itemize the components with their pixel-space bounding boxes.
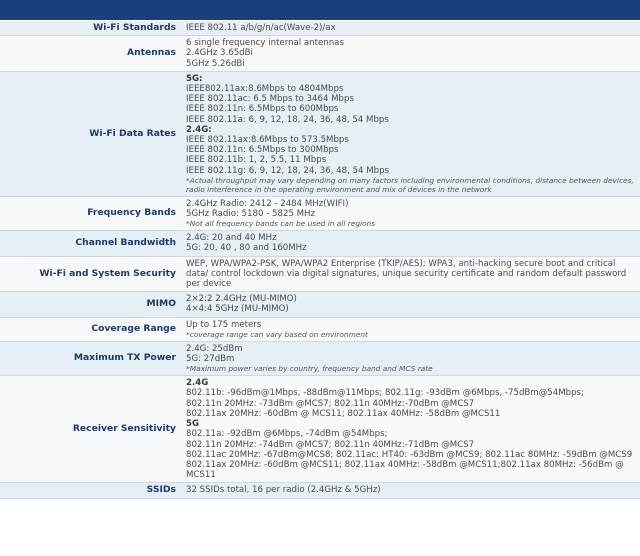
spec-value-line: 802.11ax 20MHz: -60dBm @ MCS11; 802.11ax… [186,408,501,419]
spec-subheading: 2.4G: [186,124,212,135]
spec-value-line: IEEE802.11ax:8.6Mbps to 4804Mbps [186,84,344,95]
spec-subheading: 5G [186,419,200,430]
spec-value-line: IEEE 802.11n: 6.5Mbps to 300Mbps [186,145,339,156]
spec-label: SSIDs [0,482,182,499]
spec-value-line: IEEE 802.11n: 6.5Mbps to 600Mbps [186,104,339,115]
spec-value-line: 802.11a: -92dBm @6Mbps, -74dBm @54Mbps; [186,429,388,440]
spec-value: 2.4G: 25dBm 5G: 27dBm *Maximum power varie… [182,340,640,377]
spec-value-line: 5GHz 5.26dBi [186,58,245,69]
spec-subheading: 5G: [186,73,203,84]
spec-value-line: 5GHz Radio: 5180 - 5825 MHz [186,209,316,220]
spec-label: Receiver Sensitivity [0,375,182,484]
spec-row: Receiver Sensitivity 2.4G 802.11b: -96dBm@… [0,375,640,484]
spec-label: Maximum TX Power [0,340,182,377]
spec-label: Frequency Bands [0,195,182,232]
spec-row: MIMO 2×2:2 2.4GHz (MU-MIMO) 4×4:4 5GHz (MU… [0,291,640,318]
spec-value-line: 802.11ac 20MHz: -67dBm@MCS8; 802.11ac: H… [186,449,633,460]
spec-value: IEEE 802.11 a/b/g/n/ac(Wave-2)/ax [182,19,640,37]
spec-value-line: IEEE 802.11ac: 6.5 Mbps to 3464 Mbps [186,94,354,105]
spec-value-line: 802.11ax 20MHz: -60dBm @MCS11; 802.11ax … [186,459,624,470]
spec-table: Wi-Fi Standards IEEE 802.11 a/b/g/n/ac(Wa… [0,19,640,499]
spec-footnote: *Maximum power varies by country, freque… [186,364,433,374]
spec-value-line: 802.11b: -96dBm@1Mbps, -88dBm@11Mbps; 80… [186,388,584,399]
spec-label: Wi-Fi Standards [0,19,182,37]
spec-value: 2.4G 802.11b: -96dBm@1Mbps, -88dBm@11Mbps… [182,375,640,484]
spec-label: Wi-Fi and System Security [0,255,182,293]
spec-value-line: IEEE 802.11g: 6, 9, 12, 18, 24, 36, 48, … [186,165,390,176]
spec-value: 32 SSIDs total, 16 per radio (2.4GHz & 5… [182,482,640,499]
spec-footnote: *Actual throughput may vary depending on… [186,175,634,194]
spec-table-body: Wi-Fi Standards IEEE 802.11 a/b/g/n/ac(Wa… [0,19,640,499]
spec-value-line: IEEE 802.11ax:8.6Mbps to 573.5Mbps [186,135,349,146]
spec-value-line: 5G: 27dBm [186,354,235,365]
spec-label: Wi-Fi Data Rates [0,70,182,197]
spec-value: 2.4G: 20 and 40 MHz 5G: 20, 40 , 80 and 1… [182,230,640,257]
spec-footnote: *Not all frequency bands can be used in … [186,219,376,229]
spec-value-line: 802.11n 20MHz: -74dBm @MCS7; 802.11n 40M… [186,439,475,450]
spec-value-line: 2.4G: 25dBm [186,343,243,354]
spec-value: 2×2:2 2.4GHz (MU-MIMO) 4×4:4 5GHz (MU-MIM… [182,291,640,318]
spec-value-line: 4×4:4 5GHz (MU-MIMO) [186,304,289,315]
spec-value-line: WEP, WPA/WPA2-PSK, WPA/WPA2 Enterprise (… [186,258,627,290]
header-bar [0,0,640,20]
spec-value-line: IEEE 802.11b: 1, 2, 5.5, 11 Mbps [186,155,327,166]
spec-row: Coverage Range Up to 175 meters *coverage … [0,316,640,342]
spec-row: Wi-Fi Data Rates 5G: IEEE802.11ax:8.6Mbps … [0,70,640,197]
spec-value-line: 2×2:2 2.4GHz (MU-MIMO) [186,294,297,305]
spec-row: Maximum TX Power 2.4G: 25dBm 5G: 27dBm *Max… [0,340,640,377]
spec-label: Antennas [0,35,182,72]
spec-value-line: 5G: 20, 40 , 80 and 160MHz [186,243,307,254]
spec-value-line: 32 SSIDs total, 16 per radio (2.4GHz & 5… [186,485,381,496]
spec-row: SSIDs 32 SSIDs total, 16 per radio (2.4GH… [0,482,640,499]
spec-label: MIMO [0,291,182,318]
spec-subheading: 2.4G [186,378,209,389]
spec-row: Antennas 6 single frequency internal ante… [0,35,640,72]
spec-value: Up to 175 meters *coverage range can vary… [182,316,640,342]
spec-label: Channel Bandwidth [0,230,182,257]
spec-value: 2.4GHz Radio: 2412 - 2484 MHz(WIFI) 5GHz … [182,195,640,232]
spec-footnote: *coverage range can vary based on enviro… [186,329,368,339]
spec-value-line: 6 single frequency internal antennas [186,38,344,49]
spec-value-line: 802.11n 20MHz: -73dBm @MCS7; 802.11n 40M… [186,398,475,409]
spec-row: Channel Bandwidth 2.4G: 20 and 40 MHz 5G: … [0,230,640,257]
spec-row: Wi-Fi Standards IEEE 802.11 a/b/g/n/ac(Wa… [0,19,640,37]
spec-value-line: 2.4GHz Radio: 2412 - 2484 MHz(WIFI) [186,198,349,209]
spec-value: 5G: IEEE802.11ax:8.6Mbps to 4804Mbps IEEE … [182,70,640,197]
spec-value-line: MCS11 [186,470,216,481]
spec-row: Frequency Bands 2.4GHz Radio: 2412 - 2484… [0,195,640,232]
spec-value: WEP, WPA/WPA2-PSK, WPA/WPA2 Enterprise (… [182,255,640,293]
spec-value-line: IEEE 802.11 a/b/g/n/ac(Wave-2)/ax [186,23,336,33]
spec-row: Wi-Fi and System Security WEP, WPA/WPA2-P… [0,255,640,293]
spec-value-line: Up to 175 meters [186,319,262,330]
spec-value-line: 2.4GHz 3.65dBi [186,48,253,59]
spec-label: Coverage Range [0,316,182,342]
spec-value-line: IEEE 802.11a: 6, 9, 12, 18, 24, 36, 48, … [186,114,389,125]
spec-value-line: 2.4G: 20 and 40 MHz [186,233,277,244]
spec-value: 6 single frequency internal antennas 2.4G… [182,35,640,72]
